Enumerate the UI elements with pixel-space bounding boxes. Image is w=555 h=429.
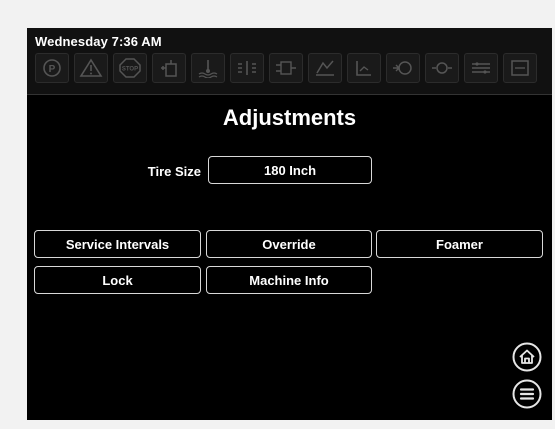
hydraulic-pressure-icon	[230, 53, 264, 83]
parking-brake-icon: P	[35, 53, 69, 83]
lock-button[interactable]: Lock	[34, 266, 201, 294]
service-intervals-button[interactable]: Service Intervals	[34, 230, 201, 258]
svg-text:P: P	[49, 64, 56, 75]
oil-pressure-icon	[386, 53, 420, 83]
home-icon[interactable]	[512, 342, 542, 372]
tire-size-button[interactable]: 180 Inch	[208, 156, 372, 184]
transmission-icon	[464, 53, 498, 83]
machine-info-button[interactable]: Machine Info	[206, 266, 372, 294]
indicator-row: P STOP	[35, 53, 542, 87]
coolant-temp-icon	[191, 53, 225, 83]
foamer-button[interactable]: Foamer	[376, 230, 543, 258]
warning-triangle-icon	[74, 53, 108, 83]
hydraulic-level-icon	[347, 53, 381, 83]
fuel-icon	[152, 53, 186, 83]
page-title: Adjustments	[222, 105, 357, 130]
engine-oil-icon	[425, 53, 459, 83]
engine-fault-icon	[308, 53, 342, 83]
svg-text:STOP: STOP	[122, 67, 138, 73]
clock: Wednesday 7:36 AM	[35, 34, 162, 49]
stop-icon: STOP	[113, 53, 147, 83]
tire-size-label: Tire Size	[147, 164, 201, 179]
status-bar: Wednesday 7:36 AM P STOP	[27, 28, 552, 95]
menu-icon[interactable]	[512, 379, 542, 409]
override-button[interactable]: Override	[206, 230, 372, 258]
hydraulic-filter-icon	[269, 53, 303, 83]
service-icon	[503, 53, 537, 83]
display-screen: Wednesday 7:36 AM P STOP Adjustments Tir…	[27, 28, 552, 420]
